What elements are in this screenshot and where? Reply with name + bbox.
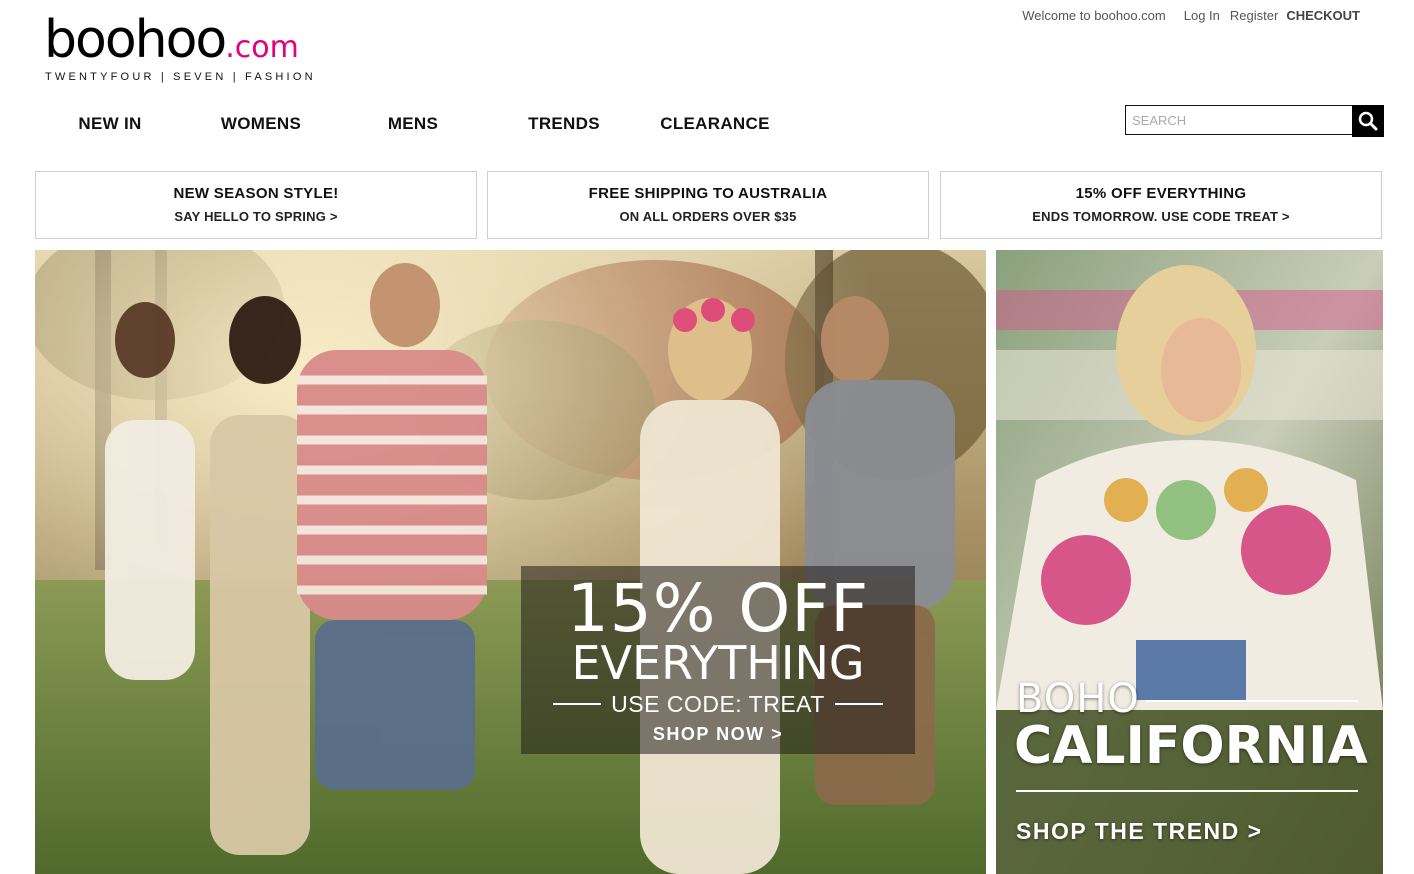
hero-code-line: USE CODE: TREAT xyxy=(521,690,915,718)
logo-wordmark: boohoo.com xyxy=(44,10,299,78)
promo-subtitle: ON ALL ORDERS OVER $35 xyxy=(619,209,797,224)
divider xyxy=(1016,790,1358,792)
promo-discount[interactable]: 15% OFF EVERYTHING ENDS TOMORROW. USE CO… xyxy=(940,171,1382,239)
promo-subtitle: SAY HELLO TO SPRING > xyxy=(174,209,338,224)
logo-tagline: TWENTYFOUR | SEVEN | FASHION xyxy=(45,71,316,83)
logo-suffix: .com xyxy=(225,30,299,65)
welcome-text: Welcome to boohoo.com xyxy=(1022,8,1166,23)
nav-item-clearance[interactable]: CLEARANCE xyxy=(640,108,790,140)
hero-headline: 15% OFF xyxy=(566,570,870,647)
divider xyxy=(553,703,602,705)
hero-banner-side[interactable]: BOHO CALIFORNIA SHOP THE TREND > xyxy=(996,250,1383,874)
hero-subheadline: EVERYTHING xyxy=(571,636,865,690)
promo-title: 15% OFF EVERYTHING xyxy=(1075,185,1247,202)
nav-item-womens[interactable]: WOMENS xyxy=(186,108,336,140)
divider xyxy=(1146,700,1358,702)
login-link[interactable]: Log In xyxy=(1184,8,1220,23)
promo-title: NEW SEASON STYLE! xyxy=(173,185,339,202)
checkout-link[interactable]: CHECKOUT xyxy=(1286,8,1360,23)
shop-now-button[interactable]: SHOP NOW > xyxy=(521,724,915,745)
search-button[interactable] xyxy=(1352,105,1384,137)
register-link[interactable]: Register xyxy=(1230,8,1278,23)
hero-offer-overlay: 15% OFF EVERYTHING USE CODE: TREAT SHOP … xyxy=(521,566,915,754)
promo-title: FREE SHIPPING TO AUSTRALIA xyxy=(588,185,828,202)
search-icon xyxy=(1358,111,1378,131)
nav-item-trends[interactable]: TRENDS xyxy=(489,108,639,140)
nav-item-new-in[interactable]: NEW IN xyxy=(35,108,185,140)
promo-new-season[interactable]: NEW SEASON STYLE! SAY HELLO TO SPRING > xyxy=(35,171,477,239)
promo-free-shipping[interactable]: FREE SHIPPING TO AUSTRALIA ON ALL ORDERS… xyxy=(487,171,929,239)
divider xyxy=(834,703,883,705)
search-bar xyxy=(1125,105,1384,137)
logo-name: boohoo xyxy=(44,10,227,70)
hero-banner-main[interactable]: 15% OFF EVERYTHING USE CODE: TREAT SHOP … xyxy=(35,250,986,874)
hero-code: USE CODE: TREAT xyxy=(611,691,825,717)
side-subheadline: CALIFORNIA xyxy=(1014,716,1368,776)
top-links: Welcome to boohoo.com Log In Register CH… xyxy=(1012,8,1360,23)
hero-photo xyxy=(35,250,986,874)
search-input[interactable] xyxy=(1125,105,1356,135)
side-photo xyxy=(996,250,1383,874)
site-logo[interactable]: boohoo.com TWENTYFOUR | SEVEN | FASHION xyxy=(44,10,344,90)
nav-item-mens[interactable]: MENS xyxy=(338,108,488,140)
shop-the-trend-button[interactable]: SHOP THE TREND > xyxy=(1016,818,1263,845)
promo-subtitle: ENDS TOMORROW. USE CODE TREAT > xyxy=(1032,209,1290,224)
